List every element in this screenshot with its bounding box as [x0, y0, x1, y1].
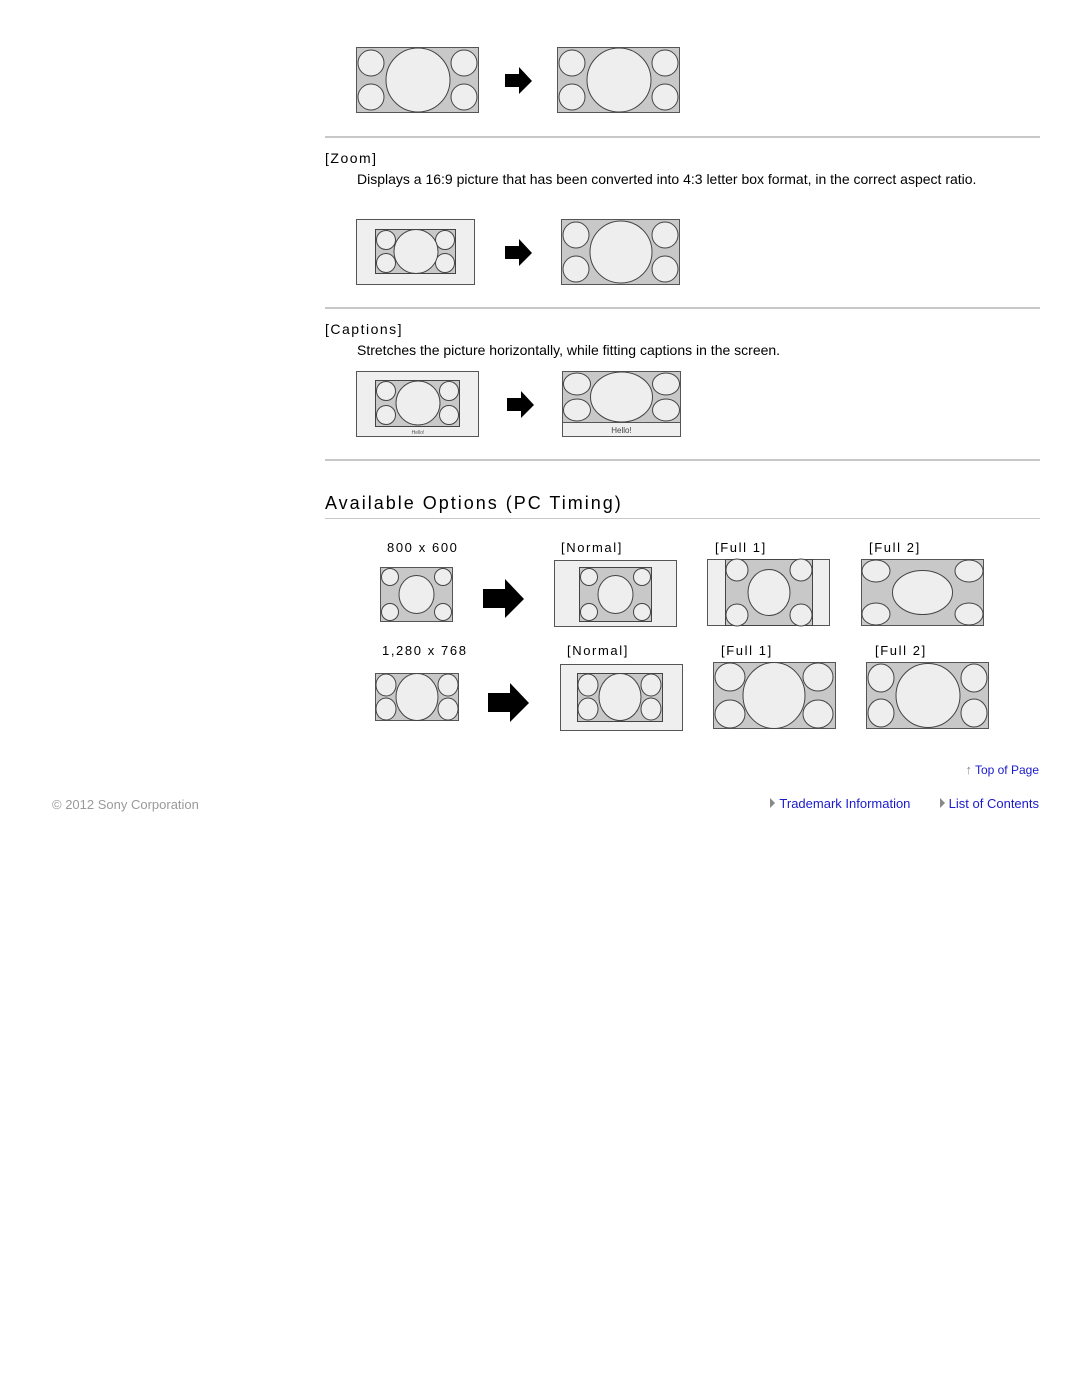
trademark-link-text[interactable]: Trademark Information	[779, 796, 910, 811]
section-description-zoom: Displays a 16:9 picture that has been co…	[357, 171, 977, 187]
pc-timing-heading: Available Options (PC Timing)	[325, 493, 623, 513]
option-label-normal: [Normal]	[567, 643, 629, 658]
picture-full1	[713, 662, 836, 729]
picture-normal	[554, 560, 677, 627]
triangle-right-icon	[939, 798, 945, 808]
top-of-page-link[interactable]: ↑ Top of Page	[965, 761, 1039, 779]
picture-before	[356, 47, 479, 113]
footer-links: Trademark Information List of Contents	[770, 796, 1039, 811]
copyright: © 2012 Sony Corporation	[52, 797, 199, 812]
top-of-page-text[interactable]: Top of Page	[975, 763, 1039, 777]
section-label-zoom: [Zoom]	[325, 150, 378, 166]
list-of-contents-link-text[interactable]: List of Contents	[949, 796, 1039, 811]
option-label-normal: [Normal]	[561, 540, 623, 555]
triangle-right-icon	[770, 798, 776, 808]
caption-text-small: Hello!	[412, 430, 425, 436]
picture-before: Hello!	[356, 371, 479, 437]
picture-after	[557, 47, 680, 113]
picture-normal	[560, 664, 683, 731]
option-label-full1: [Full 1]	[715, 540, 767, 555]
picture-full2	[866, 662, 989, 729]
option-label-full2: [Full 2]	[869, 540, 921, 555]
list-of-contents-link[interactable]: List of Contents	[939, 796, 1039, 811]
caption-text-large: Hello!	[611, 426, 631, 435]
arrow-right-icon	[507, 391, 534, 418]
divider	[325, 307, 1040, 309]
picture-full2	[861, 559, 984, 626]
picture-source-wide	[375, 673, 459, 721]
picture-after: Hello!	[562, 371, 681, 437]
picture-source-4x3	[380, 567, 453, 622]
arrow-right-icon	[483, 579, 524, 618]
section-description-captions: Stretches the picture horizontally, whil…	[357, 342, 781, 358]
option-label-full2: [Full 2]	[875, 643, 927, 658]
picture-full1	[707, 558, 830, 627]
arrow-right-icon	[505, 239, 532, 266]
section-label-captions: [Captions]	[325, 321, 404, 337]
resolution-label: 1,280 x 768	[382, 643, 468, 658]
picture-before	[356, 219, 475, 285]
resolution-label: 800 x 600	[387, 540, 459, 555]
divider	[325, 136, 1040, 138]
option-label-full1: [Full 1]	[721, 643, 773, 658]
divider	[325, 518, 1040, 519]
trademark-link[interactable]: Trademark Information	[770, 796, 910, 811]
arrow-right-icon	[505, 67, 532, 94]
arrow-up-icon: ↑	[965, 762, 972, 777]
arrow-right-icon	[488, 683, 529, 722]
picture-after	[561, 219, 680, 285]
divider	[325, 459, 1040, 461]
